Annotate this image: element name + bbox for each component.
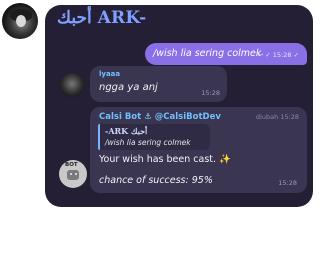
chat-card: أحبك ARK- /wish lia sering colmek ↩ ✓ 15… xyxy=(45,5,313,207)
edited-label: diubah 15:28 xyxy=(255,113,299,121)
quote-text: /wish lia sering colmek xyxy=(105,138,191,147)
outgoing-message-meta: ↩ ✓ 15:28 ✓ xyxy=(257,51,299,59)
quote-title: -ARK أحبك xyxy=(105,126,148,136)
incoming-message[interactable]: lyaaa ngga ya anj 15:28 xyxy=(90,66,227,102)
bot-sender[interactable]: Calsi Bot ⚓ @CalsiBotDev xyxy=(99,112,221,122)
incoming-message-text: ngga ya anj xyxy=(99,82,158,93)
outgoing-message[interactable]: /wish lia sering colmek ↩ ✓ 15:28 ✓ xyxy=(145,43,307,65)
robot-eye-left xyxy=(70,173,72,175)
bot-result-line: Your wish has been cast. ✨ xyxy=(99,154,231,165)
reply-quote[interactable]: -ARK أحبك /wish lia sering colmek xyxy=(98,124,210,150)
bot-avatar-label: BOT xyxy=(65,162,78,168)
sender-avatar[interactable] xyxy=(60,73,84,97)
chat-title[interactable]: أحبك ARK- xyxy=(57,8,146,28)
bot-message-time: 15:28 xyxy=(278,179,297,187)
incoming-sender-name[interactable]: lyaaa xyxy=(99,70,120,78)
group-avatar[interactable] xyxy=(2,3,38,39)
bot-chance-text: chance of success: 95% xyxy=(99,175,213,186)
bot-avatar[interactable]: BOT xyxy=(59,160,87,188)
bot-sender-handle: @CalsiBotDev xyxy=(154,112,221,122)
robot-icon xyxy=(67,170,79,180)
bot-message[interactable]: Calsi Bot ⚓ @CalsiBotDev diubah 15:28 -A… xyxy=(90,107,307,193)
sparkles-icon: ✨ xyxy=(219,154,231,165)
incoming-message-time: 15:28 xyxy=(201,89,220,97)
outgoing-message-text: /wish lia sering colmek xyxy=(153,48,262,59)
bot-sender-name: Calsi Bot xyxy=(99,112,142,122)
robot-eye-right xyxy=(75,173,77,175)
avatar-face xyxy=(16,15,26,27)
bot-result-text: Your wish has been cast. xyxy=(99,154,217,165)
screenshot: أحبك ARK- /wish lia sering colmek ↩ ✓ 15… xyxy=(0,0,320,256)
anchor-icon: ⚓ xyxy=(144,112,152,122)
